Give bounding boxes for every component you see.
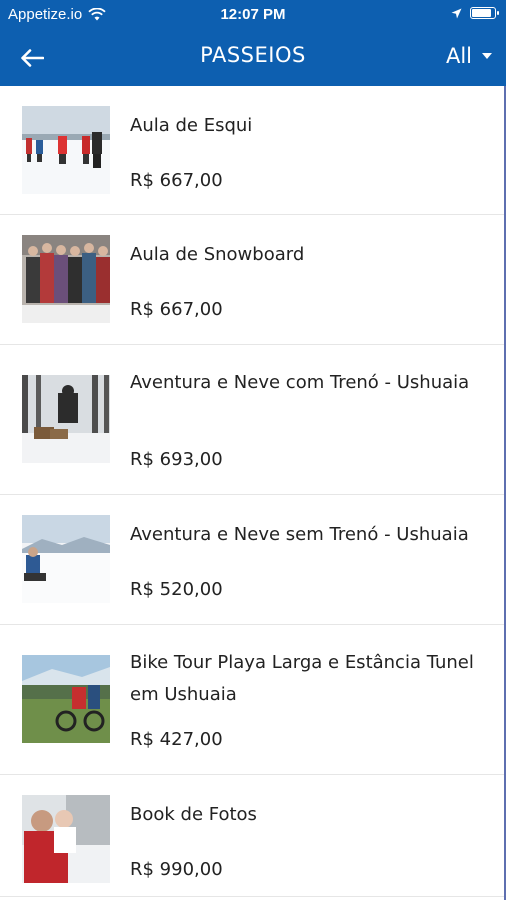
tour-thumbnail xyxy=(22,375,110,463)
tour-thumbnail xyxy=(22,106,110,194)
list-item[interactable]: Bike Tour Playa Larga e Estância Tunel e… xyxy=(0,625,506,773)
tour-price: R$ 667,00 xyxy=(130,170,223,191)
tour-price: R$ 693,00 xyxy=(130,449,223,470)
chevron-down-icon xyxy=(482,53,492,59)
tour-title: Aventura e Neve com Trenó - Ushuaia xyxy=(130,372,470,393)
tour-price: R$ 520,00 xyxy=(130,579,223,600)
status-indicators xyxy=(451,7,499,19)
list-item[interactable]: Aventura e Neve com Trenó - Ushuaia R$ 6… xyxy=(0,345,506,493)
divider xyxy=(0,896,506,897)
tour-title: Aula de Esqui xyxy=(130,115,253,136)
list-item[interactable]: Book de Fotos R$ 990,00 xyxy=(0,775,506,903)
battery-icon xyxy=(470,7,499,19)
status-bar: Appetize.io 12:07 PM xyxy=(0,0,506,30)
tour-price: R$ 667,00 xyxy=(130,299,223,320)
nav-bar: PASSEIOS All xyxy=(0,30,506,86)
list-item[interactable]: Aula de Snowboard R$ 667,00 xyxy=(0,215,506,343)
filter-label: All xyxy=(445,44,472,68)
page-title: PASSEIOS xyxy=(200,43,306,67)
tour-thumbnail xyxy=(22,235,110,323)
status-time: 12:07 PM xyxy=(220,6,286,23)
tour-price: R$ 427,00 xyxy=(130,729,223,750)
tour-title: Bike Tour Playa Larga e Estância Tunel e… xyxy=(130,652,474,705)
list-item[interactable]: Aula de Esqui R$ 667,00 xyxy=(0,86,506,214)
tour-title: Book de Fotos xyxy=(130,804,257,825)
location-arrow-icon xyxy=(451,8,462,18)
tour-title: Aula de Snowboard xyxy=(130,244,305,265)
tour-title: Aventura e Neve sem Trenó - Ushuaia xyxy=(130,524,469,545)
tour-thumbnail xyxy=(22,515,110,603)
tour-thumbnail xyxy=(22,655,110,743)
tour-price: R$ 990,00 xyxy=(130,859,223,880)
filter-dropdown[interactable]: All xyxy=(446,44,492,68)
tour-thumbnail xyxy=(22,795,110,883)
list-item[interactable]: Aventura e Neve sem Trenó - Ushuaia R$ 5… xyxy=(0,495,506,623)
